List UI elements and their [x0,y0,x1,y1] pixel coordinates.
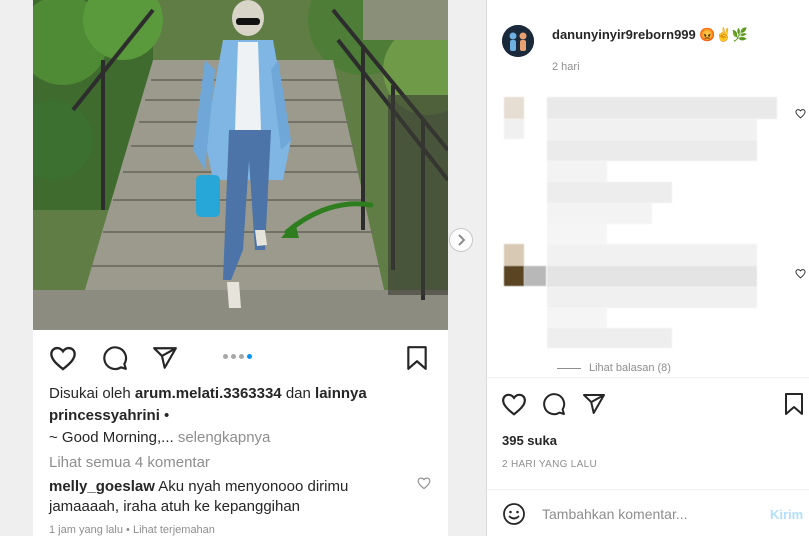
chevron-right-icon [458,234,466,246]
liked-by-username[interactable]: arum.melati.3363334 [135,385,282,402]
translate-link[interactable]: Lihat terjemahan [133,524,215,536]
post-comment-button[interactable]: Kirim [770,507,803,522]
caption-text: ~ Good Morning,... [49,429,174,446]
comment-input[interactable] [542,503,752,525]
caption-separator: • [159,407,170,424]
emoji-button[interactable] [502,502,526,526]
comment-text-1: Aku nyah menyonooo dirimu [154,478,349,495]
caption-more-link[interactable]: selengkapnya [174,429,271,446]
comment-icon [103,346,128,371]
comment-icon [543,393,566,416]
comment-button[interactable] [541,391,567,417]
carousel-dot [231,354,236,359]
comment-like-icon[interactable] [417,476,431,490]
post-author-username[interactable]: danunyinyir9reborn999 😡✌🌿 [552,27,748,43]
comment-meta: 1 jam yang lalu • Lihat terjemahan [49,523,439,536]
bookmark-icon [407,346,427,370]
view-all-comments-link[interactable]: Lihat semua 4 komentar [49,453,439,472]
bookmark-button[interactable] [781,391,807,417]
add-comment-bar: Kirim [487,490,809,536]
post-photo [33,0,448,330]
liked-by-line: Disukai oleh arum.melati.3363334 dan lai… [49,384,439,403]
divider [487,377,809,378]
liked-by-prefix: Disukai oleh [49,385,135,402]
comment-text-2: jamaaaah, iraha atuh ke kepanggihan [49,498,301,515]
share-icon [153,347,177,369]
liked-by-and: dan [281,385,316,402]
heart-icon [50,346,76,371]
share-button[interactable] [581,391,607,417]
liked-by-others-link[interactable]: lainnya [315,385,367,402]
comment-like-icon[interactable] [795,108,806,119]
comment-username[interactable]: melly_goeslaw [49,478,155,495]
heart-icon [502,393,526,416]
share-button[interactable] [151,344,179,372]
view-replies-link[interactable]: Lihat balasan (8) [557,362,671,374]
carousel-indicator [223,354,252,359]
like-button[interactable] [501,391,527,417]
bookmark-button[interactable] [403,344,431,372]
avatar-image [502,25,534,57]
posted-ago: 2 hari [552,61,580,73]
replies-divider [557,367,581,369]
carousel-next-button[interactable] [449,228,473,252]
post-detail-pane: danunyinyir9reborn999 😡✌🌿 2 hari Lihat b… [487,0,809,536]
like-button[interactable] [49,344,77,372]
feed-post-card: Disukai oleh arum.melati.3363334 dan lai… [33,0,448,536]
comment-button[interactable] [101,344,129,372]
comment-like-icon[interactable] [795,268,806,279]
comment-line-1: melly_goeslaw Aku nyah menyonooo dirimu [49,477,439,496]
caption-username[interactable]: princessyahrini [49,407,160,424]
emoji-icon [503,503,525,525]
post-timestamp: 2 HARI YANG LALU [502,459,598,470]
caption-line-1: princessyahrini • [49,406,439,425]
carousel-dot-active [247,354,252,359]
view-replies-label: Lihat balasan (8) [589,362,671,374]
caption-line-2: ~ Good Morning,... selengkapnya [49,428,439,447]
share-icon [583,394,605,414]
post-action-row [33,340,448,374]
carousel-dot [223,354,228,359]
bookmark-icon [785,393,803,415]
media-pane: Disukai oleh arum.melati.3363334 dan lai… [0,0,487,536]
avatar[interactable] [502,25,534,57]
carousel-dot [239,354,244,359]
likes-count[interactable]: 395 suka [502,433,557,448]
comment-time: 1 jam yang lalu [49,524,123,536]
comment-meta-sep: • [123,524,133,536]
